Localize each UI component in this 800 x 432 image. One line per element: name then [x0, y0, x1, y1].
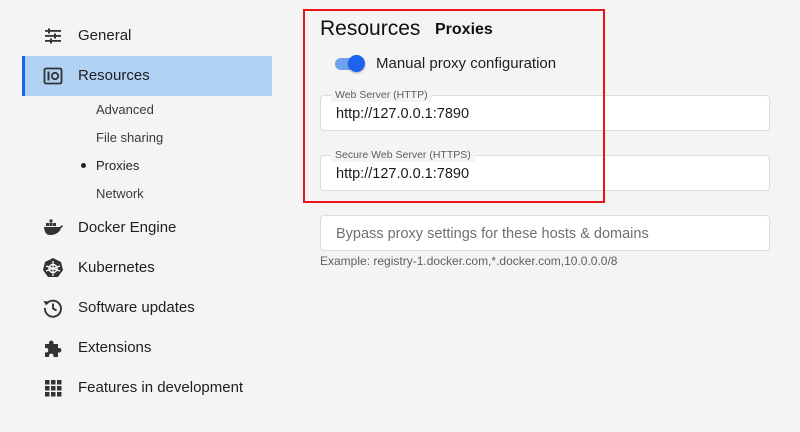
whale-icon — [44, 219, 63, 235]
active-indicator-dot — [81, 163, 86, 168]
toggle-knob — [348, 55, 365, 72]
sidebar-item-kubernetes[interactable]: Kubernetes — [22, 248, 272, 288]
sidebar-item-label: Software updates — [78, 299, 195, 316]
manual-proxy-toggle[interactable] — [335, 55, 365, 72]
history-icon — [43, 299, 62, 318]
sidebar-item-features-in-development[interactable]: Features in development — [22, 368, 272, 408]
sidebar-item-label: Features in development — [78, 379, 244, 396]
grid-icon — [45, 380, 62, 397]
manual-proxy-label: Manual proxy configuration — [376, 55, 557, 72]
https-proxy-input[interactable] — [336, 163, 756, 185]
helm-icon — [43, 258, 63, 277]
http-proxy-field: Web Server (HTTP) — [320, 88, 770, 131]
subnav-item-proxies[interactable]: Proxies — [96, 155, 139, 177]
sidebar-item-label: Resources — [78, 67, 150, 84]
sidebar-item-label: General — [78, 27, 132, 44]
settings-sidebar: General Resources Advanced File sharing … — [0, 0, 272, 432]
resources-icon — [43, 67, 63, 85]
subnav-item-network[interactable]: Network — [96, 183, 144, 205]
bypass-proxy-field — [320, 215, 770, 251]
sidebar-item-resources[interactable]: Resources — [22, 56, 272, 96]
sidebar-item-software-updates[interactable]: Software updates — [22, 288, 272, 328]
page-title: Resources — [320, 17, 421, 40]
bypass-helper-text: Example: registry-1.docker.com,*.docker.… — [320, 254, 618, 268]
https-proxy-label: Secure Web Server (HTTPS) — [331, 148, 475, 162]
section-title: Proxies — [435, 21, 493, 38]
subnav-item-advanced[interactable]: Advanced — [96, 99, 154, 121]
sidebar-item-label: Docker Engine — [78, 219, 177, 236]
sidebar-item-label: Extensions — [78, 339, 152, 356]
subnav-item-file-sharing[interactable]: File sharing — [96, 127, 163, 149]
puzzle-icon — [45, 340, 62, 357]
sliders-icon — [45, 28, 61, 44]
sidebar-item-label: Kubernetes — [78, 259, 155, 276]
sidebar-item-extensions[interactable]: Extensions — [22, 328, 272, 368]
bypass-proxy-input[interactable] — [336, 223, 756, 245]
https-proxy-field: Secure Web Server (HTTPS) — [320, 148, 770, 191]
sidebar-item-general[interactable]: General — [22, 16, 272, 56]
http-proxy-label: Web Server (HTTP) — [331, 88, 432, 102]
http-proxy-input[interactable] — [336, 103, 756, 125]
sidebar-item-docker-engine[interactable]: Docker Engine — [22, 208, 272, 248]
